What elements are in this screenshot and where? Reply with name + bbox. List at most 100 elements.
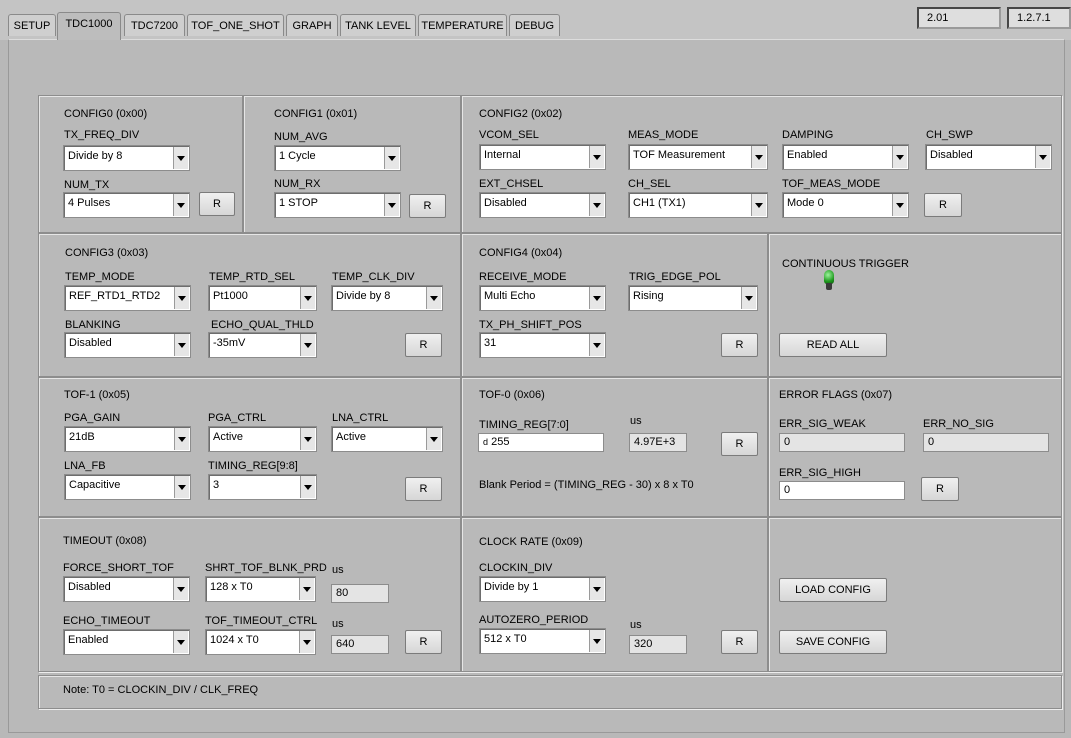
num-avg-select[interactable]: 1 Cycle (274, 145, 401, 171)
tof1-read-button[interactable]: R (405, 477, 442, 501)
temp-mode-value: REF_RTD1_RTD2 (69, 290, 161, 302)
chevron-down-icon[interactable] (174, 428, 189, 450)
ch-sel-select[interactable]: CH1 (TX1) (628, 192, 768, 218)
timing-reg-lo-input[interactable]: d 255 (478, 433, 604, 452)
config3-title: CONFIG3 (0x03) (65, 247, 149, 259)
chevron-down-icon[interactable] (751, 194, 766, 216)
receive-mode-label: RECEIVE_MODE (479, 271, 567, 283)
temp-rtd-sel-select[interactable]: Pt1000 (208, 285, 317, 311)
tx-freq-div-select[interactable]: Divide by 8 (63, 145, 190, 171)
pga-gain-select[interactable]: 21dB (64, 426, 191, 452)
echo-qual-thld-select[interactable]: -35mV (208, 332, 317, 358)
chevron-down-icon[interactable] (174, 334, 189, 356)
chevron-down-icon[interactable] (173, 147, 188, 169)
chevron-down-icon[interactable] (384, 147, 399, 169)
chevron-down-icon[interactable] (300, 476, 315, 498)
tof0-read-button[interactable]: R (721, 432, 758, 456)
chevron-down-icon[interactable] (300, 287, 315, 309)
chevron-down-icon[interactable] (426, 428, 441, 450)
chevron-down-icon[interactable] (751, 146, 766, 168)
tof-meas-mode-value: Mode 0 (787, 197, 824, 209)
tab-graph[interactable]: GRAPH (286, 14, 338, 36)
lna-ctrl-select[interactable]: Active (331, 426, 443, 452)
version-display-left: 2.01 (917, 7, 1001, 29)
autozero-period-select[interactable]: 512 x T0 (479, 628, 606, 654)
timing-reg-hi-select[interactable]: 3 (208, 474, 317, 500)
load-config-button[interactable]: LOAD CONFIG (779, 578, 887, 602)
ext-chsel-select[interactable]: Disabled (479, 192, 606, 218)
chevron-down-icon[interactable] (174, 287, 189, 309)
tab-tdc1000[interactable]: TDC1000 (57, 12, 121, 40)
temp-mode-select[interactable]: REF_RTD1_RTD2 (64, 285, 191, 311)
receive-mode-select[interactable]: Multi Echo (479, 285, 606, 311)
blanking-select[interactable]: Disabled (64, 332, 191, 358)
timeout-us2-label: us (332, 618, 344, 630)
pga-ctrl-select[interactable]: Active (208, 426, 317, 452)
chevron-down-icon[interactable] (892, 194, 907, 216)
chevron-down-icon[interactable] (1035, 146, 1050, 168)
ch-swp-select[interactable]: Disabled (925, 144, 1052, 170)
chevron-down-icon[interactable] (300, 428, 315, 450)
tab-tank-level[interactable]: TANK LEVEL (340, 14, 416, 36)
tab-tof-one-shot[interactable]: TOF_ONE_SHOT (187, 14, 284, 36)
config4-read-button[interactable]: R (721, 333, 758, 357)
chevron-down-icon[interactable] (426, 287, 441, 309)
shrt-tof-blnk-prd-select[interactable]: 128 x T0 (205, 576, 316, 602)
clockin-div-select[interactable]: Divide by 1 (479, 576, 606, 602)
temp-clk-div-select[interactable]: Divide by 8 (331, 285, 443, 311)
clock-rate-read-button[interactable]: R (721, 630, 758, 654)
num-rx-label: NUM_RX (274, 178, 321, 190)
save-config-button[interactable]: SAVE CONFIG (779, 630, 887, 654)
chevron-down-icon[interactable] (589, 194, 604, 216)
chevron-down-icon[interactable] (589, 630, 604, 652)
chevron-down-icon[interactable] (173, 578, 188, 600)
chevron-down-icon[interactable] (741, 287, 756, 309)
chevron-down-icon[interactable] (589, 578, 604, 600)
tab-setup[interactable]: SETUP (8, 14, 56, 36)
meas-mode-select[interactable]: TOF Measurement (628, 144, 768, 170)
timing-reg-lo-label: TIMING_REG[7:0] (479, 419, 569, 431)
tof-timeout-ctrl-select[interactable]: 1024 x T0 (205, 629, 316, 655)
config1-panel: CONFIG1 (0x01) NUM_AVG 1 Cycle NUM_RX 1 … (243, 95, 461, 233)
chevron-down-icon[interactable] (173, 194, 188, 216)
config1-read-button[interactable]: R (409, 194, 446, 218)
chevron-down-icon[interactable] (892, 146, 907, 168)
tab-tdc7200[interactable]: TDC7200 (124, 14, 185, 36)
timeout-read-button[interactable]: R (405, 630, 442, 654)
config3-read-button[interactable]: R (405, 333, 442, 357)
radix-indicator[interactable]: d (483, 437, 488, 447)
continuous-trigger-led-icon[interactable] (824, 270, 834, 292)
num-rx-select[interactable]: 1 STOP (274, 192, 401, 218)
config2-read-button[interactable]: R (924, 193, 962, 217)
trig-edge-pol-select[interactable]: Rising (628, 285, 758, 311)
chevron-down-icon[interactable] (384, 194, 399, 216)
echo-timeout-select[interactable]: Enabled (63, 629, 190, 655)
chevron-down-icon[interactable] (589, 146, 604, 168)
tof1-panel: TOF-1 (0x05) PGA_GAIN 21dB PGA_CTRL Acti… (38, 377, 461, 517)
config0-read-button[interactable]: R (199, 192, 235, 216)
chevron-down-icon[interactable] (300, 334, 315, 356)
timing-reg-lo-value: 255 (491, 436, 510, 448)
tab-debug[interactable]: DEBUG (509, 14, 560, 36)
chevron-down-icon[interactable] (589, 334, 604, 356)
error-flags-read-button[interactable]: R (921, 477, 959, 501)
lna-fb-select[interactable]: Capacitive (64, 474, 191, 500)
tx-ph-shift-pos-select[interactable]: 31 (479, 332, 606, 358)
tof-meas-mode-select[interactable]: Mode 0 (782, 192, 909, 218)
trigger-panel: CONTINUOUS TRIGGER READ ALL (768, 233, 1062, 377)
num-tx-select[interactable]: 4 Pulses (63, 192, 190, 218)
chevron-down-icon[interactable] (174, 476, 189, 498)
chevron-down-icon[interactable] (589, 287, 604, 309)
chevron-down-icon[interactable] (299, 631, 314, 653)
damping-select[interactable]: Enabled (782, 144, 909, 170)
clockin-div-label: CLOCKIN_DIV (479, 562, 553, 574)
vcom-sel-select[interactable]: Internal (479, 144, 606, 170)
tab-temperature[interactable]: TEMPERATURE (418, 14, 507, 36)
lna-fb-value: Capacitive (69, 479, 121, 491)
chevron-down-icon[interactable] (173, 631, 188, 653)
num-avg-label: NUM_AVG (274, 131, 328, 143)
force-short-tof-select[interactable]: Disabled (63, 576, 190, 602)
chevron-down-icon[interactable] (299, 578, 314, 600)
num-rx-value: 1 STOP (279, 197, 318, 209)
read-all-button[interactable]: READ ALL (779, 333, 887, 357)
